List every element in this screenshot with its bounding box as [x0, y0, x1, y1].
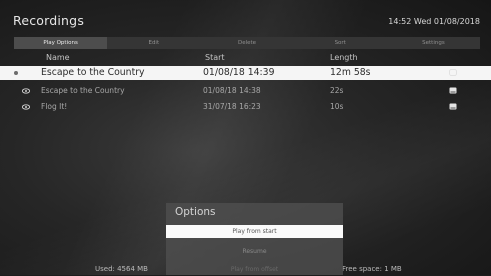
column-header-length: Length [330, 53, 358, 62]
eye-icon [22, 104, 30, 110]
recording-row[interactable]: Escape to the Country 01/08/18 14:38 22s [0, 84, 491, 98]
tab-bar: Play Options Edit Delete Sort Settings [14, 37, 480, 49]
option-resume[interactable]: Resume [166, 245, 343, 258]
option-play-from-offset[interactable]: Play from offset [166, 263, 343, 276]
column-header-name: Name [46, 53, 70, 62]
options-title: Options [175, 206, 216, 218]
free-space: Free space: 1 MB [342, 265, 402, 273]
recording-name: Escape to the Country [41, 86, 125, 95]
recording-start: 01/08/18 14:39 [203, 67, 275, 78]
info-box-icon [449, 69, 457, 76]
tab-delete[interactable]: Delete [200, 37, 293, 49]
recording-start: 31/07/18 16:23 [203, 102, 261, 111]
clock: 14:52 Wed 01/08/2018 [388, 17, 480, 26]
dot-icon [14, 71, 18, 75]
tab-settings[interactable]: Settings [387, 37, 480, 49]
column-header-start: Start [205, 53, 225, 62]
recording-length: 10s [330, 102, 344, 111]
recording-name: Escape to the Country [41, 67, 145, 78]
recording-start: 01/08/18 14:38 [203, 86, 261, 95]
recording-length: 12m 58s [330, 67, 371, 78]
tab-sort[interactable]: Sort [294, 37, 387, 49]
recording-name: Flog It! [41, 102, 68, 111]
options-dialog: Options Play from start Resume Play from… [166, 203, 343, 275]
recording-row[interactable]: Flog It! 31/07/18 16:23 10s [0, 100, 491, 114]
option-play-from-start[interactable]: Play from start [166, 225, 343, 238]
used-space: Used: 4564 MB [95, 265, 148, 273]
recording-row[interactable]: Escape to the Country 01/08/18 14:39 12m… [0, 66, 491, 80]
page-title: Recordings [13, 13, 85, 28]
info-box-icon [449, 103, 457, 110]
eye-icon [22, 88, 30, 94]
tab-edit[interactable]: Edit [107, 37, 200, 49]
recording-length: 22s [330, 86, 344, 95]
tab-play-options[interactable]: Play Options [14, 37, 108, 49]
info-box-icon [449, 87, 457, 94]
